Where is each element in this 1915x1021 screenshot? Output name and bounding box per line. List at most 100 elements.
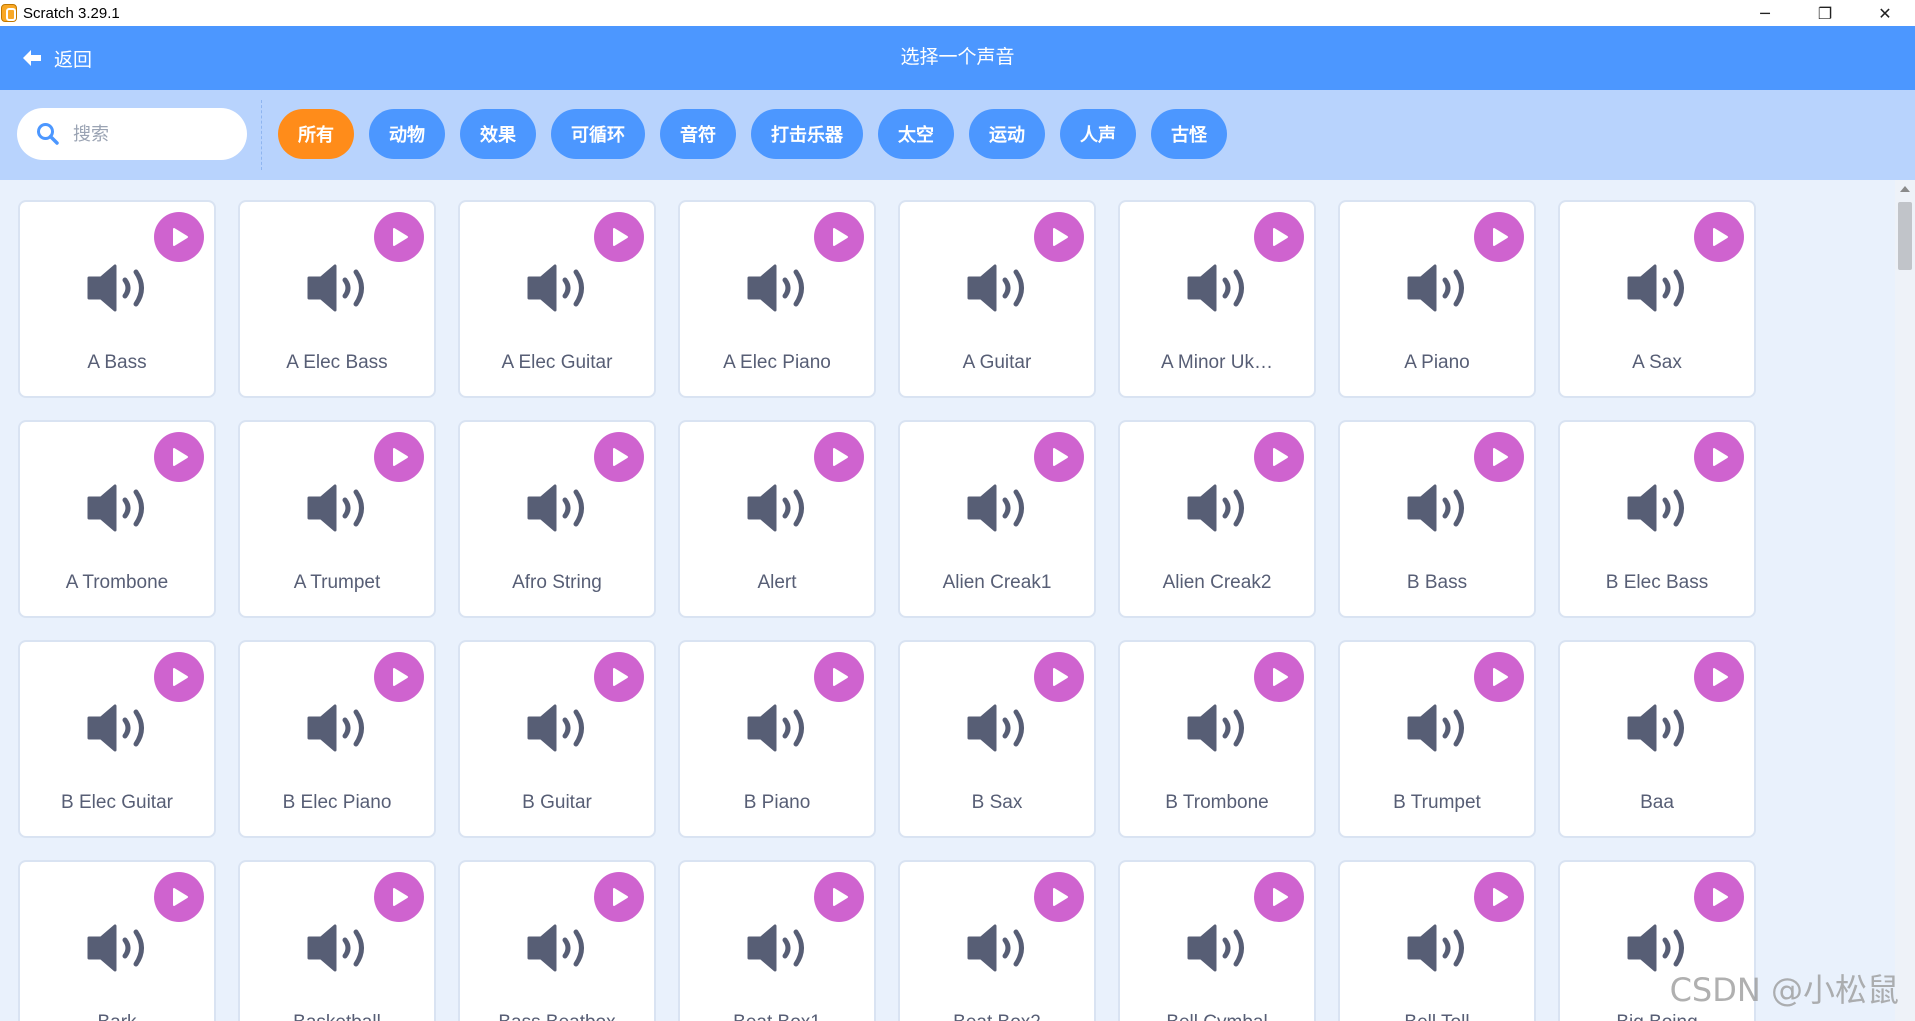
sound-card[interactable]: B Bass: [1338, 420, 1536, 618]
scroll-thumb[interactable]: [1898, 202, 1912, 270]
sound-card[interactable]: Beat Box2: [898, 860, 1096, 1021]
play-button[interactable]: [374, 212, 424, 262]
play-button[interactable]: [374, 432, 424, 482]
sound-card[interactable]: A Trombone: [18, 420, 216, 618]
minimize-button[interactable]: ─: [1735, 0, 1795, 26]
play-button[interactable]: [1474, 872, 1524, 922]
search-box[interactable]: [17, 108, 247, 160]
sound-card[interactable]: Bell Cymbal: [1118, 860, 1316, 1021]
speaker-icon: [307, 484, 364, 532]
play-button[interactable]: [1034, 432, 1084, 482]
sound-card[interactable]: Bass Beatbox: [458, 860, 656, 1021]
sound-card[interactable]: Bark: [18, 860, 216, 1021]
play-button[interactable]: [1694, 652, 1744, 702]
sound-card[interactable]: B Elec Bass: [1558, 420, 1756, 618]
play-button[interactable]: [1694, 872, 1744, 922]
window-title: Scratch 3.29.1: [23, 4, 120, 22]
play-button[interactable]: [1034, 212, 1084, 262]
sound-card[interactable]: Bell Toll: [1338, 860, 1536, 1021]
play-button[interactable]: [814, 652, 864, 702]
play-button[interactable]: [814, 432, 864, 482]
play-icon: [613, 228, 628, 246]
tag-0[interactable]: 所有: [278, 109, 354, 159]
sound-card[interactable]: A Elec Piano: [678, 200, 876, 398]
speaker-icon: [1187, 484, 1244, 532]
sound-card[interactable]: A Sax: [1558, 200, 1756, 398]
play-button[interactable]: [594, 432, 644, 482]
sound-card[interactable]: A Bass: [18, 200, 216, 398]
sound-card[interactable]: A Minor Uk…: [1118, 200, 1316, 398]
sound-card[interactable]: B Trumpet: [1338, 640, 1536, 838]
play-button[interactable]: [374, 872, 424, 922]
sound-grid: A Bass A Elec Bass A Elec Guitar A Elec Pia…: [18, 200, 1756, 1021]
sound-card[interactable]: B Guitar: [458, 640, 656, 838]
play-button[interactable]: [594, 212, 644, 262]
speaker-icon: [527, 484, 584, 532]
play-button[interactable]: [1254, 652, 1304, 702]
play-button[interactable]: [1474, 212, 1524, 262]
sound-card[interactable]: Alien Creak2: [1118, 420, 1316, 618]
play-icon: [833, 668, 848, 686]
speaker-icon: [747, 704, 804, 752]
sound-card[interactable]: Beat Box1: [678, 860, 876, 1021]
sound-card[interactable]: A Guitar: [898, 200, 1096, 398]
back-button[interactable]: 返回: [20, 26, 92, 90]
play-icon: [1713, 448, 1728, 466]
play-button[interactable]: [1694, 212, 1744, 262]
play-button[interactable]: [1474, 652, 1524, 702]
tag-1[interactable]: 动物: [369, 109, 445, 159]
tag-7[interactable]: 运动: [969, 109, 1045, 159]
sound-card[interactable]: Alien Creak1: [898, 420, 1096, 618]
tag-9[interactable]: 古怪: [1151, 109, 1227, 159]
play-button[interactable]: [154, 212, 204, 262]
sound-card[interactable]: Baa: [1558, 640, 1756, 838]
sound-card[interactable]: B Sax: [898, 640, 1096, 838]
play-button[interactable]: [594, 652, 644, 702]
tag-3[interactable]: 可循环: [551, 109, 645, 159]
play-icon: [173, 668, 188, 686]
sound-card[interactable]: A Elec Guitar: [458, 200, 656, 398]
speaker-icon: [1187, 924, 1244, 972]
sound-card[interactable]: B Trombone: [1118, 640, 1316, 838]
play-icon: [173, 228, 188, 246]
play-button[interactable]: [1694, 432, 1744, 482]
sound-name: Baa: [1640, 792, 1674, 813]
sound-name: Big Boing: [1570, 1012, 1744, 1021]
play-button[interactable]: [1034, 872, 1084, 922]
play-button[interactable]: [594, 872, 644, 922]
play-button[interactable]: [814, 872, 864, 922]
tag-2[interactable]: 效果: [460, 109, 536, 159]
scrollbar[interactable]: [1895, 180, 1915, 1021]
restore-button[interactable]: ❐: [1795, 0, 1855, 26]
play-button[interactable]: [1034, 652, 1084, 702]
play-button[interactable]: [1254, 212, 1304, 262]
search-input[interactable]: [73, 123, 223, 145]
play-button[interactable]: [1254, 432, 1304, 482]
sound-card[interactable]: Basketball: [238, 860, 436, 1021]
play-icon: [1713, 668, 1728, 686]
tag-4[interactable]: 音符: [660, 109, 736, 159]
sound-card[interactable]: A Piano: [1338, 200, 1536, 398]
sound-card[interactable]: B Elec Guitar: [18, 640, 216, 838]
sound-card[interactable]: Alert: [678, 420, 876, 618]
play-button[interactable]: [154, 872, 204, 922]
tag-6[interactable]: 太空: [878, 109, 954, 159]
tag-8[interactable]: 人声: [1060, 109, 1136, 159]
close-button[interactable]: ✕: [1855, 0, 1915, 26]
tag-5[interactable]: 打击乐器: [751, 109, 863, 159]
speaker-icon: [967, 264, 1024, 312]
play-button[interactable]: [154, 652, 204, 702]
sound-card[interactable]: B Elec Piano: [238, 640, 436, 838]
play-button[interactable]: [814, 212, 864, 262]
scroll-up-arrow[interactable]: [1895, 182, 1915, 196]
play-button[interactable]: [154, 432, 204, 482]
play-button[interactable]: [1254, 872, 1304, 922]
play-button[interactable]: [1474, 432, 1524, 482]
sound-name: A Guitar: [962, 352, 1032, 373]
sound-card[interactable]: Afro String: [458, 420, 656, 618]
play-button[interactable]: [374, 652, 424, 702]
play-icon: [393, 448, 408, 466]
sound-card[interactable]: B Piano: [678, 640, 876, 838]
sound-card[interactable]: A Elec Bass: [238, 200, 436, 398]
sound-card[interactable]: A Trumpet: [238, 420, 436, 618]
